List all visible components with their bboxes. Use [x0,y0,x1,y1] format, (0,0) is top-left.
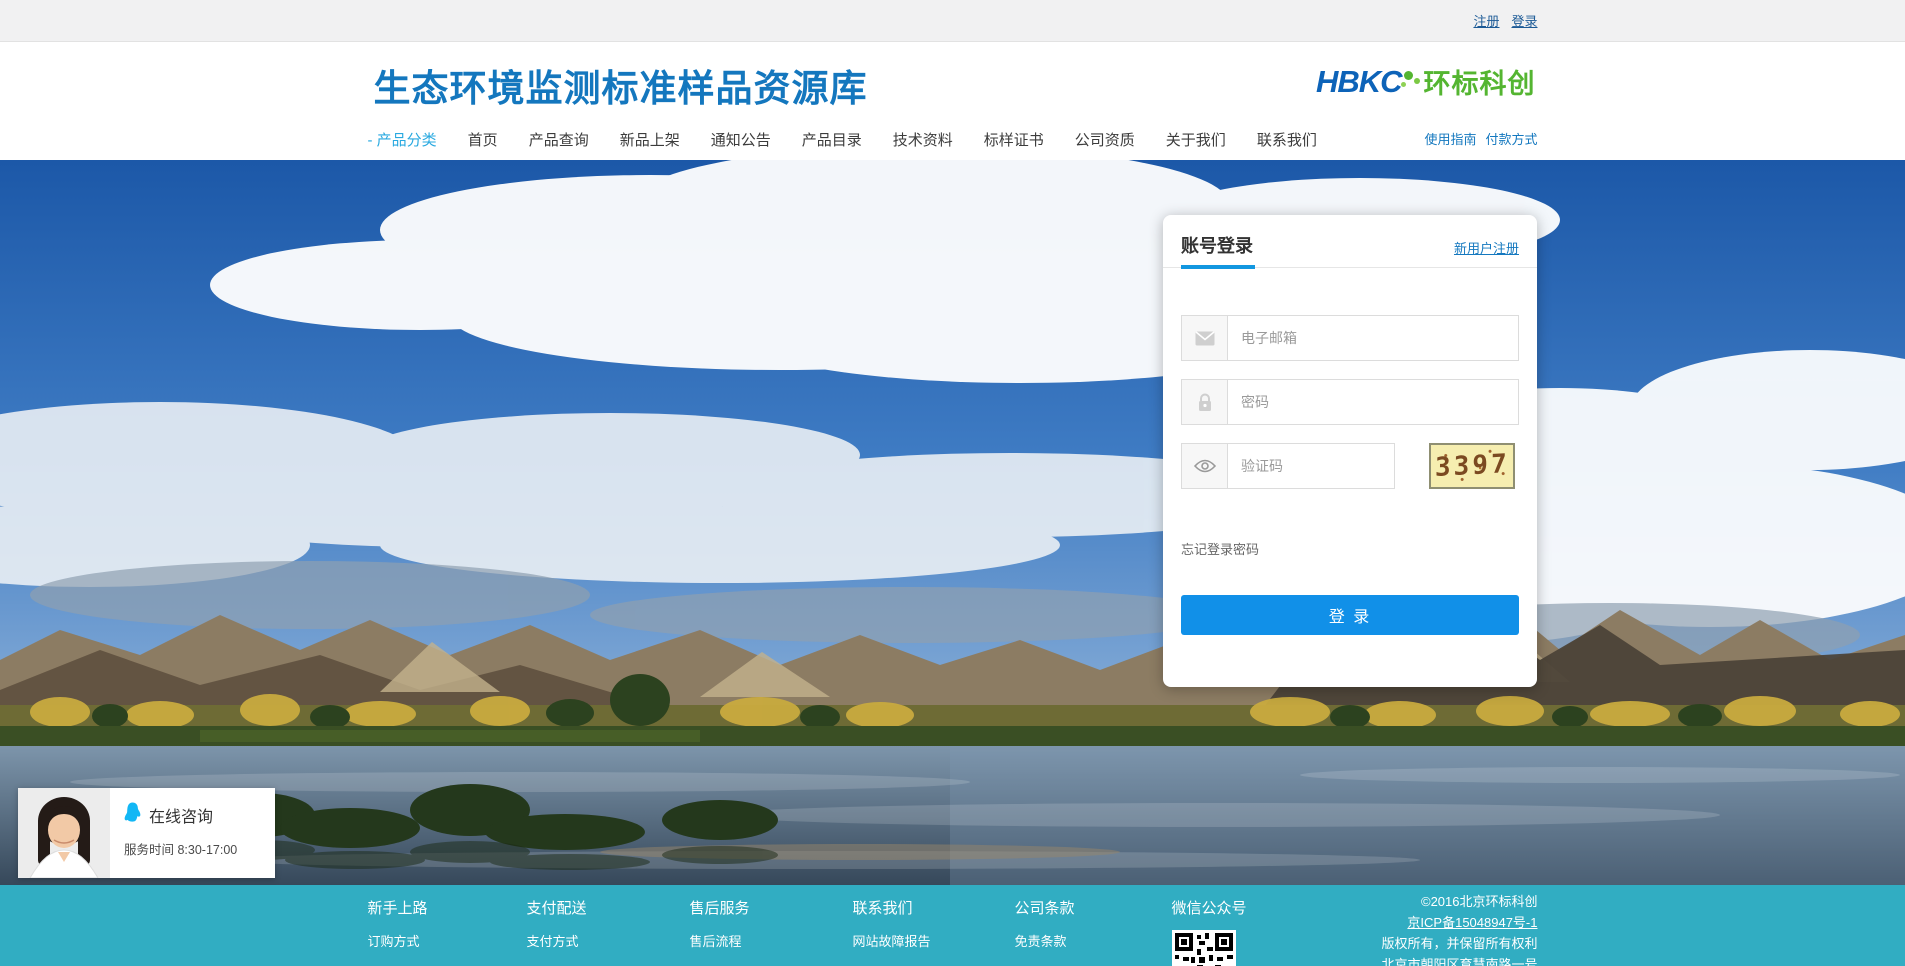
footer-col-contact: 联系我们 网站故障报告 投诉与建议 [853,897,931,966]
main-nav: - 产品分类 首页 产品查询 新品上架 通知公告 产品目录 技术资料 标样证书 … [368,129,1317,150]
nav-item-announcements[interactable]: 通知公告 [711,129,771,150]
forgot-password-link[interactable]: 忘记登录密码 [1181,539,1259,558]
footer-col-title: 新手上路 [368,897,428,918]
address-line: 北京市朝阳区育慧南路一号 [1381,954,1537,966]
login-card-title: 账号登录 [1181,232,1253,258]
logo-text-en: HBKC [1316,64,1402,100]
chat-info: 在线咨询 服务时间 8:30-17:00 [110,788,275,878]
nav-item-company-qualification[interactable]: 公司资质 [1075,129,1135,150]
footer-link-disclaimer[interactable]: 免责条款 [1015,931,1075,950]
footer-link-order-method[interactable]: 订购方式 [368,931,428,950]
login-submit-button[interactable]: 登 录 [1181,595,1519,635]
header: 生态环境监测标准样品资源库 HBKC 环标科创 - 产品分类 首页 产品查询 新… [0,42,1905,160]
password-input[interactable] [1228,380,1518,424]
new-user-register-link[interactable]: 新用户注册 [1454,238,1519,257]
captcha-code-text: 3397 [1434,449,1509,483]
nav-item-new-arrivals[interactable]: 新品上架 [620,129,680,150]
icp-license-link[interactable]: 京ICP备15048947号-1 [1407,912,1537,933]
eye-icon [1182,444,1228,488]
nav-item-technical-docs[interactable]: 技术资料 [893,129,953,150]
captcha-input[interactable] [1228,444,1394,488]
footer-link-aftersales-process[interactable]: 售后流程 [690,931,755,950]
logo-molecule-icon [1400,69,1420,95]
service-agent-avatar [18,788,110,878]
login-card: 账号登录 新用户注册 [1163,215,1537,687]
login-card-header: 账号登录 新用户注册 [1163,215,1537,268]
nav-item-product-search[interactable]: 产品查询 [529,129,589,150]
footer-wechat-block: 微信公众号 [1172,897,1247,966]
footer-col-terms: 公司条款 免责条款 隐私保护 [1015,897,1075,966]
login-link[interactable]: 登录 [1511,11,1537,30]
chat-service-hours: 服务时间 8:30-17:00 [124,839,275,858]
active-tab-indicator [1181,265,1255,269]
site-title: 生态环境监测标准样品资源库 [374,58,868,112]
lock-icon [1182,380,1228,424]
nav-item-contact-us[interactable]: 联系我们 [1257,129,1317,150]
company-logo: HBKC 环标科创 [1316,62,1536,101]
footer-col-title: 支付配送 [527,897,587,918]
footer-col-title: 公司条款 [1015,897,1075,918]
topbar: 注册 登录 [0,0,1905,42]
captcha-image[interactable]: 3397 [1429,443,1515,489]
footer-col-title: 售后服务 [690,897,755,918]
wechat-qr-code [1172,930,1236,966]
nav-item-home[interactable]: 首页 [468,129,498,150]
captcha-row: 3397 [1181,443,1519,489]
qq-penguin-icon [124,802,141,827]
nav-item-product-category[interactable]: - 产品分类 [368,129,437,150]
chat-title: 在线咨询 [149,803,213,827]
password-field-row [1181,379,1519,425]
nav-aux-links: 使用指南 付款方式 [1424,129,1537,148]
email-field-row [1181,315,1519,361]
envelope-icon [1182,316,1228,360]
register-link[interactable]: 注册 [1473,11,1499,30]
nav-item-product-catalog[interactable]: 产品目录 [802,129,862,150]
nav-item-about-us[interactable]: 关于我们 [1166,129,1226,150]
email-input[interactable] [1228,316,1518,360]
footer-copyright: ©2016北京环标科创 京ICP备15048947号-1 版权所有，并保留所有权… [1381,891,1537,966]
footer-link-payment-method[interactable]: 支付方式 [527,931,587,950]
footer-link-site-fault-report[interactable]: 网站故障报告 [853,931,931,950]
user-guide-link[interactable]: 使用指南 [1424,129,1476,148]
online-chat-widget[interactable]: 在线咨询 服务时间 8:30-17:00 [18,788,275,878]
wechat-title: 微信公众号 [1172,897,1247,918]
rights-line: 版权所有，并保留所有权利 [1381,933,1537,954]
footer-col-getting-started: 新手上路 订购方式 购物流程 [368,897,428,966]
footer-col-payment-delivery: 支付配送 支付方式 配送方式 [527,897,587,966]
footer-col-title: 联系我们 [853,897,931,918]
hero-section: 账号登录 新用户注册 [0,160,1905,885]
copyright-line: ©2016北京环标科创 [1381,891,1537,912]
payment-method-link[interactable]: 付款方式 [1485,129,1537,148]
logo-text-cn: 环标科创 [1424,62,1536,101]
footer-col-after-sales: 售后服务 售后流程 退换货原则 [690,897,755,966]
nav-item-certificates[interactable]: 标样证书 [984,129,1044,150]
footer: 新手上路 订购方式 购物流程 支付配送 支付方式 配送方式 售后服务 售后流程 … [0,885,1905,966]
hero-landscape-image [0,160,1905,885]
